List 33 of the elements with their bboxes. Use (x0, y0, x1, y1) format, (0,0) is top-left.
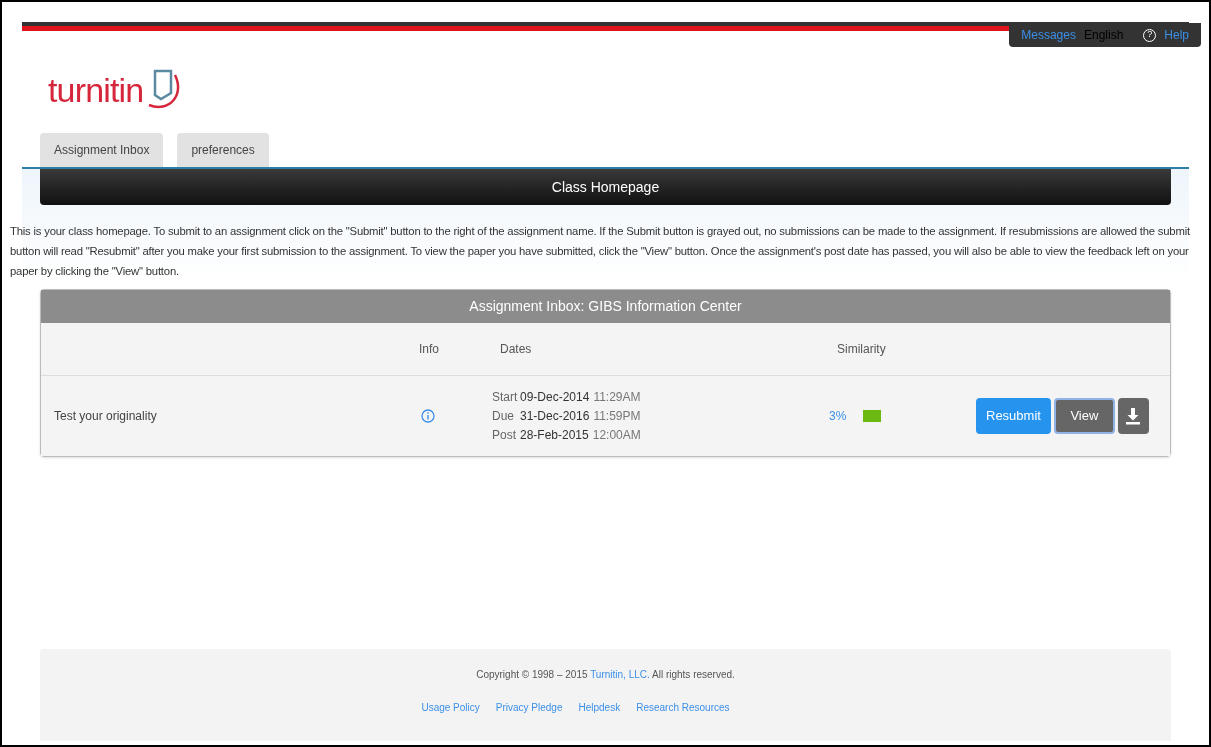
logo: turnitin (48, 69, 144, 111)
date-value: 28-Feb-2015 (520, 427, 589, 444)
column-header: Similarity (837, 341, 886, 358)
date-value: 09-Dec-2014 (520, 389, 590, 406)
similarity-link[interactable]: 3% (829, 407, 863, 425)
time-value: 12:00AM (592, 427, 641, 444)
assignment-name: Test your originality (54, 408, 158, 425)
footer-link[interactable]: Usage Policy (421, 700, 480, 715)
messages-link[interactable]: Messages (1021, 26, 1076, 44)
date-value: 31-Dec-2016 (520, 408, 590, 425)
date-label: Post (492, 427, 516, 444)
download-button[interactable] (1117, 398, 1149, 434)
time-value: 11:59PM (593, 408, 641, 425)
footer-link[interactable]: Research Resources (636, 700, 730, 715)
column-header: Dates (500, 341, 533, 358)
download-icon (1125, 407, 1142, 425)
column-header: Info (419, 341, 440, 358)
view-button[interactable]: View (1053, 398, 1115, 434)
copyright-text: Copyright © 1998 – 2015 Turnitin, LLC. All rights reserved. (476, 668, 735, 682)
date-label: Start (492, 389, 516, 406)
tab[interactable]: preferences (177, 133, 269, 167)
footer-link[interactable]: Privacy Pledge (495, 700, 563, 715)
page-header: Class Homepage (40, 169, 1171, 205)
footer-link[interactable]: Helpdesk (578, 700, 621, 715)
intro-text: This is your class homepage. To submit to an assignment click on the "Submit" button to the right of the assignment name. If the Submit button is grayed out, no submissions can be made to the assignment. If resubmissions are allowed the submit button will read "Resubmit" after you make your first submission to the assignment. To view the paper you have submitted, click the "View" button. Once the assignment's post date has passed, you will also be able to view the feedback left on your paper by clicking the "View" button. (10, 224, 1191, 279)
resubmit-button[interactable]: Resubmit (976, 398, 1051, 434)
info-icon[interactable] (421, 409, 435, 423)
company-link[interactable]: Turnitin, LLC. (590, 669, 650, 680)
inbox-title: Assignment Inbox: GIBS Information Center (41, 290, 1170, 323)
date-label: Due (492, 408, 515, 425)
time-value: 11:29AM (593, 389, 641, 406)
help-link[interactable]: Help (1164, 26, 1189, 44)
tab[interactable]: Assignment Inbox (40, 133, 164, 167)
